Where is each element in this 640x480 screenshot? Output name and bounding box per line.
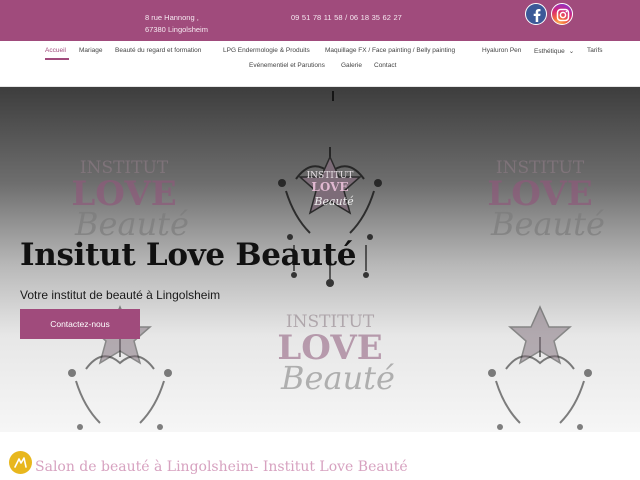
phone-numbers[interactable]: 09 51 78 11 58 / 06 18 35 62 27 [291,13,402,22]
nav-item-esthetique-label: Esthétique [534,48,565,55]
contact-button[interactable]: Contactez-nous [20,309,140,339]
nav-item-contact[interactable]: Contact [374,62,396,69]
nav-item-maquillage[interactable]: Maquillage FX / Face painting / Belly pa… [325,47,455,54]
nav-item-mariage[interactable]: Mariage [79,47,102,54]
hero-banner: INSTITUT LOVE Beauté [0,87,640,432]
hero-title: Insitut Love Beauté [20,237,357,273]
accessibility-icon[interactable] [9,451,32,474]
nav-item-galerie[interactable]: Galerie [341,62,362,69]
nav-item-accueil[interactable]: Accueil [45,47,66,54]
hero-subtitle: Votre institut de beauté à Lingolsheim [20,288,221,302]
nav-item-lpg[interactable]: LPG Endermologie & Produits [223,47,310,54]
section-title: Salon de beauté à Lingolsheim- Institut … [35,459,408,475]
address-line-1: 8 rue Hannong , [145,13,199,22]
badge-logo-line-2: LOVE [311,180,348,194]
badge-logo-line-3: Beauté [313,195,354,208]
top-bar: 8 rue Hannong , 67380 Lingolsheim 09 51 … [0,0,640,41]
intro-section: Salon de beauté à Lingolsheim- Institut … [0,432,640,480]
nav-item-esthetique[interactable]: Esthétique ⌄ [534,47,574,55]
active-nav-indicator [45,58,69,60]
address: 8 rue Hannong , 67380 Lingolsheim [145,12,208,36]
main-nav: Accueil Mariage Beauté du regard et form… [0,41,640,87]
nav-item-beaute-du-regard[interactable]: Beauté du regard et formation [115,47,201,54]
facebook-icon[interactable] [525,3,547,25]
chevron-down-icon: ⌄ [568,48,575,55]
nav-item-evenementiel[interactable]: Evénementiel et Parutions [249,62,325,69]
address-line-2: 67380 Lingolsheim [145,25,208,34]
nav-item-hyaluron-pen[interactable]: Hyaluron Pen [482,47,521,54]
instagram-icon[interactable] [551,3,573,25]
nav-item-tarifs[interactable]: Tarifs [587,47,603,54]
